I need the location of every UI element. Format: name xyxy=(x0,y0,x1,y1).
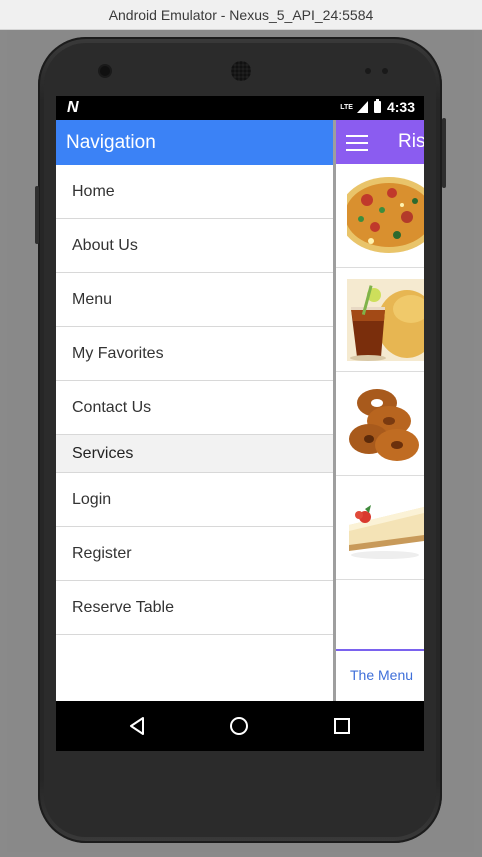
drawer-title: Navigation xyxy=(66,131,156,153)
main-activity: Ris The Menu xyxy=(336,120,424,701)
content-area: Ris The Menu Navigation Home About Us Me… xyxy=(56,120,424,701)
pizza-image xyxy=(347,175,424,257)
earpiece-speaker xyxy=(231,61,251,81)
section-header-services: Services xyxy=(56,435,333,473)
nav-item-reserve-table[interactable]: Reserve Table xyxy=(56,581,333,635)
nav-item-contact-us[interactable]: Contact Us xyxy=(56,381,333,435)
proximity-sensor xyxy=(365,68,371,74)
recent-apps-icon[interactable] xyxy=(334,718,350,734)
status-bar: N LTE 4:33 xyxy=(56,96,424,120)
nav-item-home[interactable]: Home xyxy=(56,165,333,219)
battery-icon xyxy=(373,99,381,113)
nav-item-label: About Us xyxy=(72,236,138,254)
volume-button[interactable] xyxy=(442,118,446,188)
list-item[interactable] xyxy=(336,268,424,372)
section-label: Services xyxy=(72,444,134,462)
device-screen: N LTE 4:33 Ris The Menu Navigation Home … xyxy=(56,96,424,751)
list-item[interactable] xyxy=(336,476,424,580)
back-icon[interactable] xyxy=(129,717,145,735)
home-icon[interactable] xyxy=(230,717,248,735)
nav-item-label: Register xyxy=(72,544,132,562)
light-sensor xyxy=(382,68,388,74)
nav-item-label: Home xyxy=(72,182,115,200)
nav-item-label: Reserve Table xyxy=(72,598,174,616)
app-toolbar: Ris xyxy=(336,120,424,164)
system-nav-bar xyxy=(56,701,424,751)
nav-item-label: Contact Us xyxy=(72,398,152,416)
drawer-header: Navigation xyxy=(56,120,333,165)
drink-chips-image xyxy=(347,279,424,361)
nav-item-login[interactable]: Login xyxy=(56,473,333,527)
lte-indicator: LTE xyxy=(340,103,353,111)
nav-item-label: My Favorites xyxy=(72,344,164,362)
app-title: Ris xyxy=(398,131,424,152)
cheesecake-image xyxy=(347,487,424,569)
navigation-drawer: Navigation Home About Us Menu My Favorit… xyxy=(56,120,336,701)
front-camera xyxy=(100,66,110,76)
status-time: 4:33 xyxy=(386,99,415,115)
tab-label: The Menu xyxy=(350,667,414,683)
nav-item-about-us[interactable]: About Us xyxy=(56,219,333,273)
donuts-image xyxy=(347,383,424,465)
list-item[interactable] xyxy=(336,372,424,476)
tab-the-menu[interactable]: The Menu xyxy=(336,649,424,701)
power-button[interactable] xyxy=(35,186,39,244)
menu-icon[interactable] xyxy=(346,135,368,151)
nav-item-register[interactable]: Register xyxy=(56,527,333,581)
notification-logo: N xyxy=(67,99,79,116)
list-item[interactable] xyxy=(336,164,424,268)
signal-icon xyxy=(356,101,368,113)
nav-item-menu[interactable]: Menu xyxy=(56,273,333,327)
nav-item-my-favorites[interactable]: My Favorites xyxy=(56,327,333,381)
emulator-title-bar: Android Emulator - Nexus_5_API_24:5584 xyxy=(0,0,482,30)
food-list xyxy=(336,164,424,580)
emulator-title: Android Emulator - Nexus_5_API_24:5584 xyxy=(108,6,374,23)
nav-item-label: Menu xyxy=(72,290,113,308)
nav-item-label: Login xyxy=(72,490,112,508)
